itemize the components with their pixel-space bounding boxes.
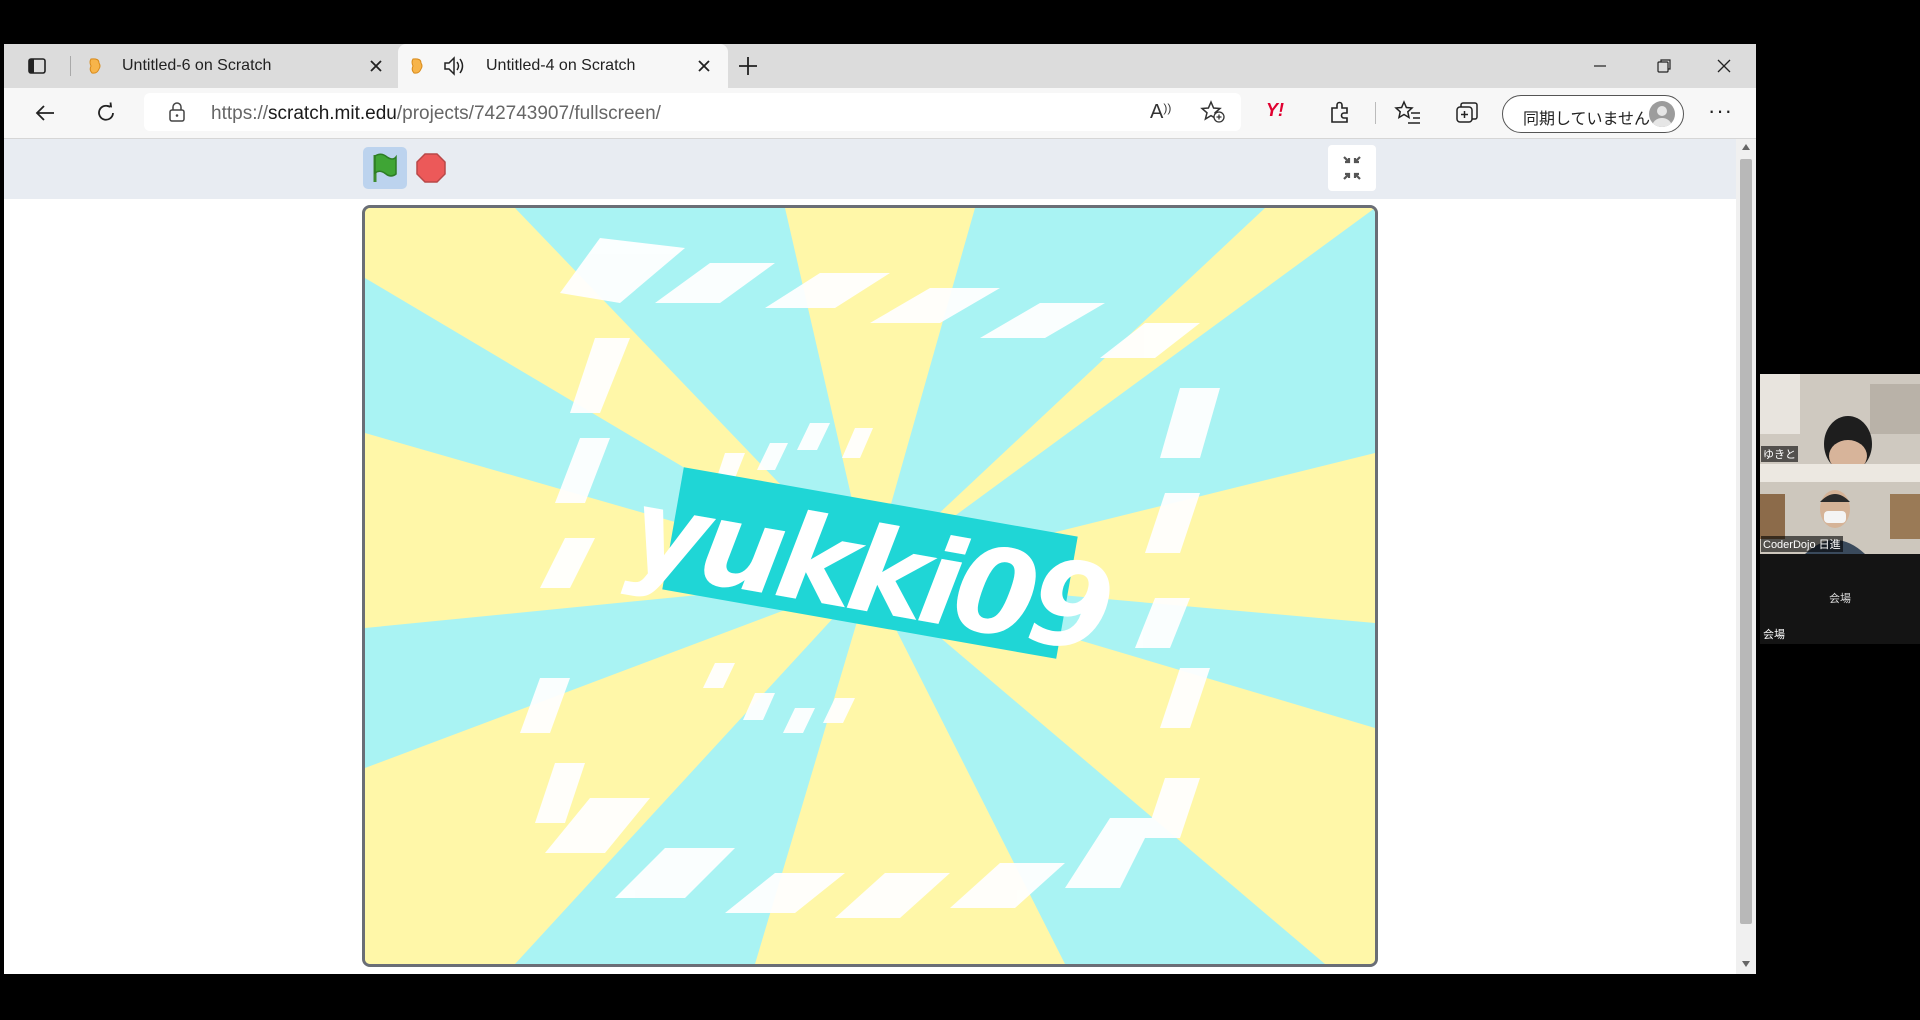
favorites-icon[interactable] (1394, 100, 1422, 126)
tab-separator (70, 56, 71, 76)
close-window-button[interactable] (1694, 44, 1754, 88)
scroll-up-icon[interactable] (1742, 144, 1750, 150)
green-flag-icon (373, 153, 397, 182)
url-text[interactable]: https://scratch.mit.edu/projects/7427439… (211, 103, 661, 125)
tab-untitled-4[interactable]: Untitled-4 on Scratch (398, 44, 728, 88)
scratch-favicon-icon (89, 58, 101, 74)
collections-icon[interactable] (1454, 100, 1480, 126)
close-icon (1717, 59, 1731, 73)
stop-sign-icon[interactable] (416, 153, 446, 183)
green-flag-button[interactable] (363, 147, 407, 189)
profile-button[interactable]: 同期していません (1502, 95, 1684, 133)
participant-tile[interactable]: CoderDojo 日進 (1760, 464, 1920, 554)
scratch-player-toolbar (4, 139, 1736, 199)
navigation-bar: https://scratch.mit.edu/projects/7427439… (4, 88, 1756, 139)
restore-icon (1657, 59, 1671, 73)
extensions-icon[interactable] (1327, 100, 1353, 126)
refresh-icon (98, 102, 114, 121)
tab-title: Untitled-4 on Scratch (486, 57, 636, 74)
browser-window: Untitled-6 on Scratch Untitled-4 on Scra… (4, 44, 1756, 974)
lock-icon[interactable] (168, 102, 186, 122)
address-bar[interactable]: https://scratch.mit.edu/projects/7427439… (144, 93, 1241, 131)
tab-bar: Untitled-6 on Scratch Untitled-4 on Scra… (4, 44, 1756, 88)
exit-fullscreen-button[interactable] (1328, 145, 1376, 191)
vertical-scrollbar[interactable] (1736, 139, 1756, 974)
participant-name: ゆきと (1761, 446, 1798, 462)
minimize-button[interactable] (1570, 44, 1630, 88)
yahoo-extension-icon[interactable]: Y! (1266, 100, 1284, 121)
stage-canvas: yukki09 (365, 208, 1375, 964)
add-favorite-icon[interactable] (1200, 100, 1226, 124)
tab-title: Untitled-6 on Scratch (122, 57, 272, 74)
tab-actions-icon (27, 58, 46, 74)
tab-actions-button[interactable] (4, 44, 69, 88)
speaker-icon[interactable] (442, 55, 466, 77)
participant-name: CoderDojo 日進 (1761, 536, 1843, 552)
scrollbar-thumb[interactable] (1740, 159, 1752, 924)
restore-button[interactable] (1634, 44, 1694, 88)
minimize-icon (1594, 65, 1606, 67)
back-button[interactable] (28, 96, 62, 130)
refresh-button[interactable] (89, 96, 123, 130)
more-options-icon[interactable]: ··· (1708, 98, 1733, 124)
participant-tile[interactable]: 会場 会場 (1760, 554, 1920, 644)
participant-tile[interactable]: ゆきと (1760, 374, 1920, 464)
exit-fullscreen-icon (1343, 156, 1361, 180)
close-icon[interactable] (694, 56, 714, 76)
project-stage[interactable]: yukki09 (362, 205, 1378, 967)
page-content: yukki09 (4, 139, 1736, 974)
scroll-down-icon[interactable] (1742, 961, 1750, 967)
new-tab-icon[interactable] (736, 54, 760, 78)
avatar-icon (1649, 101, 1675, 127)
profile-sync-status: 同期していません (1523, 111, 1651, 128)
participant-center-label: 会場 (1829, 593, 1851, 605)
tab-untitled-6[interactable]: Untitled-6 on Scratch (76, 44, 396, 88)
participant-name: 会場 (1763, 629, 1785, 641)
close-icon[interactable] (366, 56, 386, 76)
scratch-favicon-icon (411, 58, 423, 74)
read-aloud-icon[interactable]: A)) (1150, 101, 1171, 124)
back-arrow-icon (35, 105, 54, 121)
toolbar-divider (1375, 102, 1376, 124)
